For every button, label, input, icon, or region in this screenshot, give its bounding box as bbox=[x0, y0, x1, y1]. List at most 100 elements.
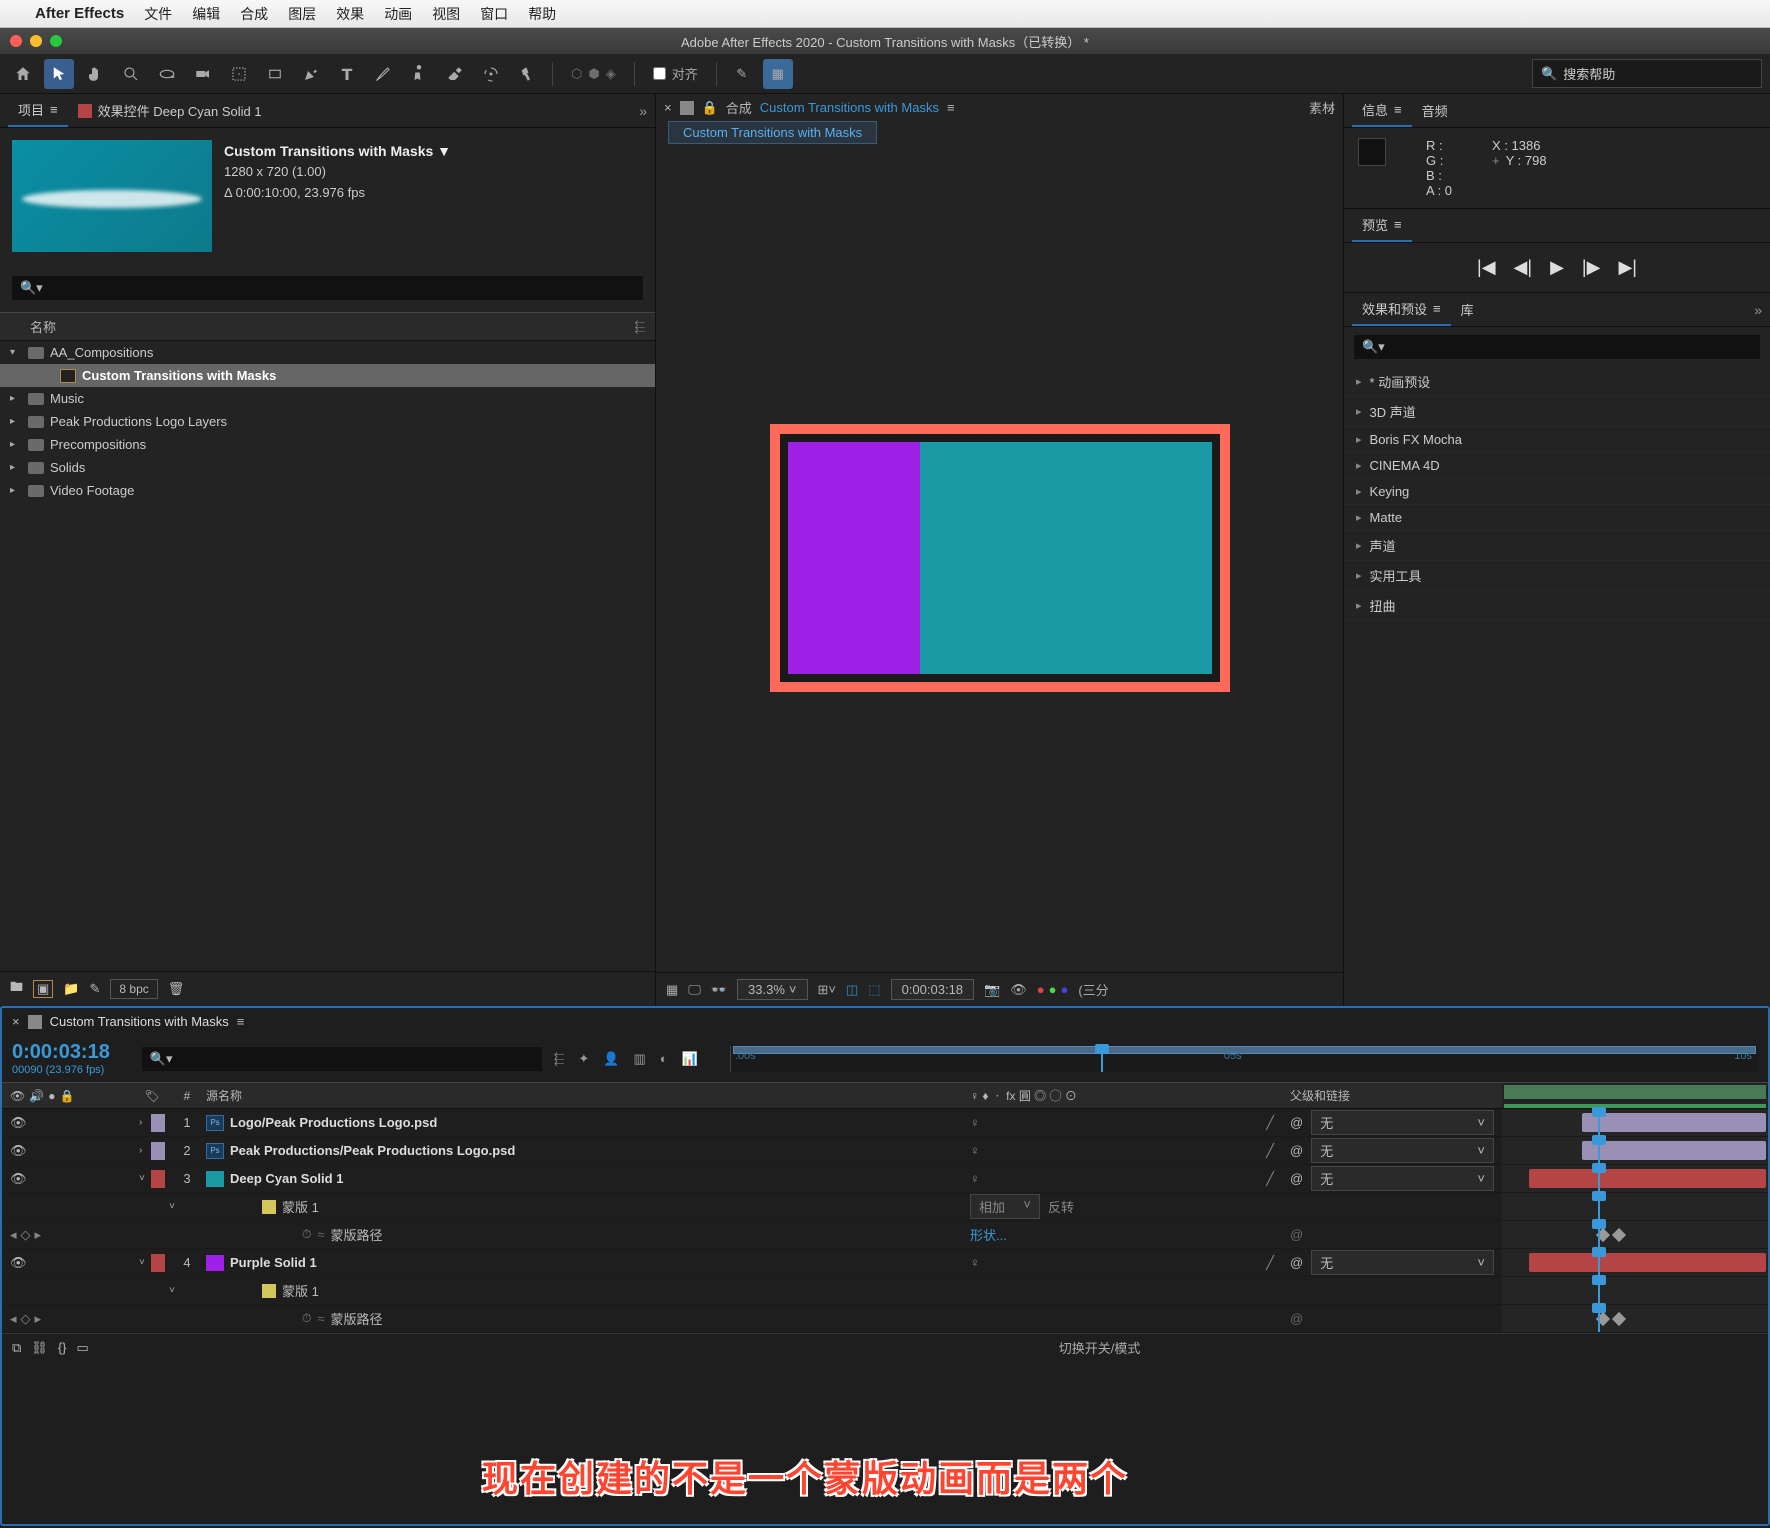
switch-slash[interactable]: ╱ bbox=[1266, 1143, 1274, 1159]
solo-header-icon[interactable]: ● bbox=[48, 1089, 55, 1103]
axis-view-icon[interactable]: ◈ bbox=[606, 66, 616, 82]
toggle-modes-icon[interactable]: ⛓ bbox=[31, 1340, 48, 1356]
show-snapshot-icon[interactable]: 👁 bbox=[1010, 982, 1027, 998]
frame-blend-icon[interactable]: ▥ bbox=[633, 1051, 645, 1067]
shape-value-link[interactable]: 形状... bbox=[970, 1225, 1007, 1244]
snapshot-icon[interactable]: 📷 bbox=[984, 982, 1000, 998]
shy-icon[interactable]: 👤 bbox=[603, 1051, 619, 1067]
tree-row[interactable]: ▸Precompositions bbox=[0, 433, 655, 456]
pen-tool-icon[interactable] bbox=[296, 59, 326, 89]
menu-effect[interactable]: 效果 bbox=[336, 4, 364, 24]
source-name-header[interactable]: 源名称 bbox=[206, 1087, 242, 1104]
zoom-dropdown[interactable]: 33.3%˅ bbox=[737, 979, 807, 1000]
audio-tab[interactable]: 音频 bbox=[1412, 95, 1458, 126]
layer-track[interactable] bbox=[1502, 1277, 1768, 1304]
keyframe-icon[interactable] bbox=[1612, 1228, 1626, 1242]
layer-color-tag[interactable] bbox=[151, 1254, 165, 1272]
eraser-tool-icon[interactable] bbox=[440, 59, 470, 89]
effects-tab[interactable]: 效果和预设 ≡ bbox=[1352, 293, 1451, 326]
prev-kf-icon[interactable]: ◂ bbox=[10, 1311, 17, 1327]
visibility-toggle[interactable]: 👁 bbox=[10, 1143, 27, 1159]
puppet-tool-icon[interactable] bbox=[512, 59, 542, 89]
effect-category[interactable]: ▸声道 bbox=[1344, 531, 1770, 561]
comp-flowchart-icon[interactable]: ⬱ bbox=[554, 1051, 565, 1067]
adjust-icon[interactable]: ✎ bbox=[90, 981, 101, 997]
orbit-tool-icon[interactable] bbox=[152, 59, 182, 89]
menu-file[interactable]: 文件 bbox=[144, 4, 172, 24]
parent-dropdown[interactable]: 无 ˅ bbox=[1311, 1166, 1494, 1191]
twirl-icon[interactable]: › bbox=[139, 1117, 151, 1128]
layer-row[interactable]: 👁˅4Purple Solid 1♀╱@无 ˅ bbox=[2, 1249, 1768, 1277]
next-frame-icon[interactable]: |▶ bbox=[1582, 257, 1601, 278]
layer-track[interactable] bbox=[1502, 1109, 1768, 1136]
layer-row[interactable]: 👁˅3Deep Cyan Solid 1♀╱@无 ˅ bbox=[2, 1165, 1768, 1193]
comp-thumbnail[interactable] bbox=[12, 140, 212, 252]
time-ruler-wrap[interactable]: :00s 05s 10s bbox=[730, 1046, 1758, 1072]
layer-row[interactable]: ˅蒙版 1 bbox=[2, 1277, 1768, 1305]
transparency-icon[interactable]: ◫ bbox=[846, 982, 858, 998]
layer-track[interactable] bbox=[1502, 1165, 1768, 1192]
visibility-toggle[interactable]: 👁 bbox=[10, 1115, 27, 1131]
axis-world-icon[interactable]: ⬢ bbox=[588, 66, 599, 82]
pickwhip-icon[interactable]: @ bbox=[1290, 1255, 1303, 1270]
snap-checkbox[interactable] bbox=[653, 67, 666, 80]
layer-row[interactable]: ◂◇▸⏱≈蒙版路径形状...@ bbox=[2, 1221, 1768, 1249]
playhead[interactable] bbox=[1101, 1046, 1103, 1072]
hand-tool-icon[interactable] bbox=[80, 59, 110, 89]
mask-mode-dropdown[interactable]: 相加 ˅ bbox=[970, 1194, 1040, 1219]
view-mode[interactable]: (三分 bbox=[1078, 980, 1108, 999]
comp-tab-name[interactable]: Custom Transitions with Masks bbox=[760, 100, 939, 115]
effect-category[interactable]: ▸Boris FX Mocha bbox=[1344, 427, 1770, 453]
menu-comp[interactable]: 合成 bbox=[240, 4, 268, 24]
guides-icon[interactable]: 🖵 bbox=[688, 982, 701, 998]
tree-row[interactable]: ▸Peak Productions Logo Layers bbox=[0, 410, 655, 433]
prev-kf-icon[interactable]: ◂ bbox=[10, 1227, 17, 1243]
label-header-icon[interactable]: 🏷 bbox=[144, 1089, 159, 1103]
region-icon[interactable]: ⬚ bbox=[868, 982, 880, 998]
workspace-icon[interactable]: ▦ bbox=[763, 59, 793, 89]
tree-row[interactable]: Custom Transitions with Masks bbox=[0, 364, 655, 387]
effect-category[interactable]: ▸扭曲 bbox=[1344, 591, 1770, 621]
layer-track[interactable] bbox=[1502, 1193, 1768, 1220]
effect-category[interactable]: ▸实用工具 bbox=[1344, 561, 1770, 591]
pickwhip-icon[interactable]: @ bbox=[1290, 1143, 1303, 1158]
mask-color-chip[interactable] bbox=[262, 1200, 276, 1214]
edit-tool-icon[interactable]: ✎ bbox=[727, 59, 757, 89]
layer-bar[interactable] bbox=[1529, 1169, 1766, 1188]
tree-row[interactable]: ▾AA_Compositions bbox=[0, 341, 655, 364]
visibility-toggle[interactable]: 👁 bbox=[10, 1171, 27, 1187]
stopwatch-icon[interactable]: ⏱ bbox=[302, 1227, 311, 1242]
switch-icon[interactable]: ♀ bbox=[970, 1143, 980, 1158]
effect-category[interactable]: ▸CINEMA 4D bbox=[1344, 453, 1770, 479]
grid-icon[interactable]: ▦ bbox=[666, 982, 678, 998]
tree-row[interactable]: ▸Solids bbox=[0, 456, 655, 479]
switch-slash[interactable]: ╱ bbox=[1266, 1255, 1274, 1271]
next-kf-icon[interactable]: ▸ bbox=[35, 1227, 42, 1243]
expression-icon[interactable]: ≈ bbox=[317, 1227, 324, 1242]
minimize-button[interactable] bbox=[30, 35, 42, 47]
effect-category[interactable]: ▸Keying bbox=[1344, 479, 1770, 505]
axis-local-icon[interactable]: ⬡ bbox=[571, 66, 582, 82]
mask-invert-label[interactable]: 反转 bbox=[1048, 1197, 1074, 1216]
layer-track[interactable] bbox=[1502, 1137, 1768, 1164]
close-tab-icon[interactable]: × bbox=[664, 100, 672, 115]
tree-row[interactable]: ▸Video Footage bbox=[0, 479, 655, 502]
close-button[interactable] bbox=[10, 35, 22, 47]
mask-color-chip[interactable] bbox=[262, 1284, 276, 1298]
home-icon[interactable] bbox=[8, 59, 38, 89]
camera-tool-icon[interactable] bbox=[188, 59, 218, 89]
add-kf-icon[interactable]: ◇ bbox=[21, 1227, 31, 1243]
twirl-icon[interactable]: ˅ bbox=[169, 1201, 175, 1212]
toggle-switches-icon[interactable]: ⧉ bbox=[12, 1340, 21, 1356]
rect-tool-icon[interactable] bbox=[260, 59, 290, 89]
layer-color-tag[interactable] bbox=[151, 1114, 165, 1132]
twirl-icon[interactable]: ˅ bbox=[169, 1285, 175, 1296]
audio-header-icon[interactable]: 🔊 bbox=[29, 1089, 44, 1103]
motion-blur-icon[interactable]: ◐ bbox=[660, 1051, 668, 1067]
search-help-input[interactable]: 🔍 搜索帮助 bbox=[1532, 59, 1762, 88]
menu-anim[interactable]: 动画 bbox=[384, 4, 412, 24]
channels-icon[interactable]: ●●● bbox=[1037, 982, 1069, 997]
panel-expand-icon[interactable]: » bbox=[1754, 302, 1762, 318]
draft3d-icon[interactable]: ✦ bbox=[578, 1051, 589, 1067]
switch-icon[interactable]: ♀ bbox=[970, 1171, 980, 1186]
